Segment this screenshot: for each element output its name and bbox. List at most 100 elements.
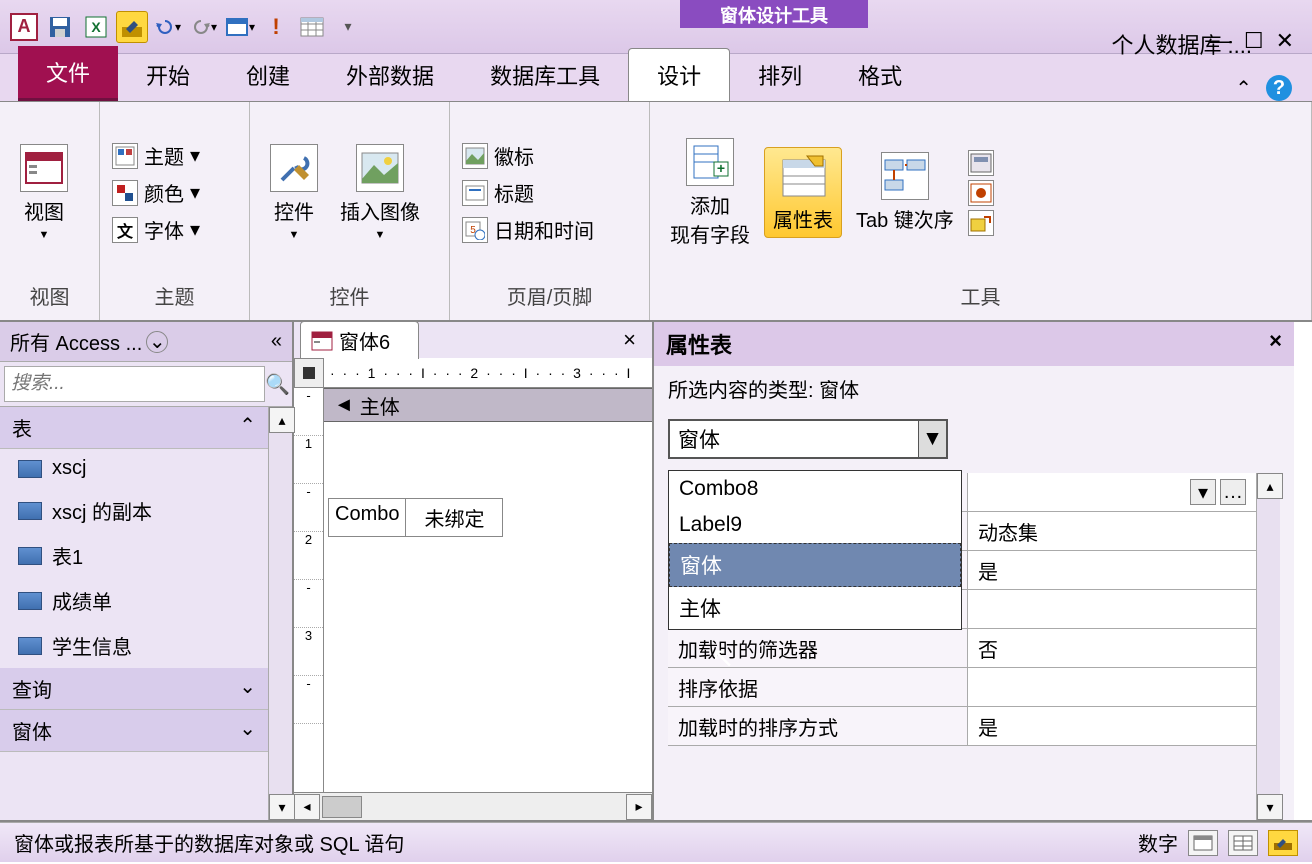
form-icon <box>311 331 333 351</box>
undo-icon[interactable]: ▾ <box>152 11 184 43</box>
nav-category-tables[interactable]: 表⌃ <box>0 407 268 449</box>
view-button[interactable]: 视图▼ <box>12 140 76 245</box>
redo-icon[interactable]: ▾ <box>188 11 220 43</box>
tab-start[interactable]: 开始 <box>118 49 218 101</box>
insert-image-button[interactable]: 插入图像▼ <box>332 140 428 245</box>
qat-table-icon[interactable] <box>296 11 328 43</box>
excel-icon[interactable]: X <box>80 11 112 43</box>
save-icon[interactable] <box>44 11 76 43</box>
datasheet-view-icon[interactable] <box>1228 830 1258 856</box>
tab-format[interactable]: 格式 <box>830 49 930 101</box>
subform-icon[interactable] <box>968 150 994 176</box>
scroll-thumb[interactable] <box>322 796 362 818</box>
design-view-icon[interactable] <box>116 11 148 43</box>
group-tools-label: 工具 <box>662 277 1299 314</box>
nav-item-grades[interactable]: 成绩单 <box>0 578 268 623</box>
prop-object-selector[interactable]: 窗体 ▼ <box>668 419 948 459</box>
theme-button[interactable]: 主题 ▾ <box>112 141 200 170</box>
color-button[interactable]: 颜色 ▾ <box>112 178 200 207</box>
title-button[interactable]: 标题 <box>462 178 594 207</box>
convert-macros-icon[interactable] <box>968 210 994 236</box>
nav-category-forms[interactable]: 窗体⌄ <box>0 710 268 752</box>
dropdown-item[interactable]: Combo8 <box>669 471 961 507</box>
font-button[interactable]: 文字体 ▾ <box>112 215 200 244</box>
ruler-vertical[interactable]: -1-2-3- <box>294 388 324 792</box>
font-icon: 文 <box>112 217 138 243</box>
datetime-button[interactable]: 5日期和时间 <box>462 215 594 244</box>
property-sheet-button[interactable]: 属性表 <box>764 147 842 238</box>
prop-row[interactable]: 排序依据 <box>668 668 1256 707</box>
add-fields-icon: + <box>686 138 734 186</box>
form-tab[interactable]: 窗体6 <box>300 321 419 359</box>
qat-window-icon[interactable]: ▾ <box>224 11 256 43</box>
scroll-down-icon[interactable]: ▾ <box>269 794 295 820</box>
prop-row[interactable]: 加载时的排序方式是 <box>668 707 1256 746</box>
tab-file[interactable]: 文件 <box>18 46 118 101</box>
scroll-up-icon[interactable]: ▴ <box>1257 473 1283 499</box>
prop-close-icon[interactable]: × <box>1269 328 1282 360</box>
prop-subtitle: 所选内容的类型: 窗体 <box>654 366 1294 411</box>
dropdown-item-selected[interactable]: 窗体 ↖ <box>669 543 961 587</box>
title-icon <box>462 180 488 206</box>
nav-header[interactable]: 所有 Access ... ⌄ « <box>0 322 292 362</box>
design-surface[interactable]: Combo 未绑定 <box>324 422 652 792</box>
status-message: 窗体或报表所基于的数据库对象或 SQL 语句 <box>14 828 404 857</box>
view-icon <box>20 144 68 192</box>
nav-collapse-icon[interactable]: « <box>271 330 282 353</box>
tab-order-button[interactable]: Tab 键次序 <box>848 148 962 237</box>
scroll-up-icon[interactable]: ▴ <box>269 407 295 433</box>
code-icon[interactable] <box>968 180 994 206</box>
dropdown-button-icon[interactable]: ▾ <box>1190 479 1216 505</box>
group-controls-label: 控件 <box>262 277 437 314</box>
help-icon[interactable]: ? <box>1266 75 1292 101</box>
minimize-icon[interactable]: — <box>1210 28 1232 54</box>
tools-icon <box>270 144 318 192</box>
dropdown-item[interactable]: 主体 <box>669 587 961 629</box>
dropdown-item[interactable]: Label9 <box>669 507 961 543</box>
prop-row[interactable]: 加载时的筛选器否 <box>668 629 1256 668</box>
group-header-label: 页眉/页脚 <box>462 277 637 314</box>
qat-exclaim-icon[interactable]: ! <box>260 11 292 43</box>
app-icon[interactable]: A <box>8 11 40 43</box>
tab-dbtools[interactable]: 数据库工具 <box>462 49 628 101</box>
nav-category-queries[interactable]: 查询⌄ <box>0 668 268 710</box>
qat-more-icon[interactable]: ▾ <box>332 11 364 43</box>
svg-text:+: + <box>717 160 725 176</box>
nav-item-xscj-copy[interactable]: xscj 的副本 <box>0 488 268 533</box>
tab-arrange[interactable]: 排列 <box>730 49 830 101</box>
chevron-down-icon[interactable]: ⌄ <box>146 331 168 353</box>
section-header[interactable]: ◄主体 <box>324 388 652 422</box>
design-view-icon[interactable] <box>1268 830 1298 856</box>
ribbon-minimize-icon[interactable]: ⌃ <box>1235 76 1252 101</box>
tab-external[interactable]: 外部数据 <box>318 49 462 101</box>
color-icon <box>112 180 138 206</box>
add-fields-button[interactable]: +添加 现有字段 <box>662 134 758 252</box>
dropdown-icon[interactable]: ▼ <box>918 421 946 457</box>
combo-control[interactable]: Combo 未绑定 <box>328 498 503 537</box>
theme-icon <box>112 143 138 169</box>
nav-item-xscj[interactable]: xscj <box>0 449 268 488</box>
logo-icon <box>462 143 488 169</box>
scroll-right-icon[interactable]: ▸ <box>626 794 652 820</box>
selector-box[interactable] <box>294 358 324 388</box>
form-view-icon[interactable] <box>1188 830 1218 856</box>
scroll-left-icon[interactable]: ◂ <box>294 794 320 820</box>
tab-design[interactable]: 设计 <box>628 48 730 101</box>
tab-create[interactable]: 创建 <box>218 49 318 101</box>
group-view-label: 视图 <box>12 277 87 314</box>
contextual-tab-label: 窗体设计工具 <box>680 0 868 28</box>
ruler-horizontal[interactable]: · · · 1 · · · I · · · 2 · · · I · · · 3 … <box>324 358 652 388</box>
logo-button[interactable]: 徽标 <box>462 141 594 170</box>
property-sheet-icon <box>779 152 827 200</box>
search-input[interactable] <box>4 366 265 402</box>
combo-label: Combo <box>329 499 406 536</box>
search-icon[interactable]: 🔍 <box>265 366 290 402</box>
nav-item-table1[interactable]: 表1 <box>0 533 268 578</box>
maximize-icon[interactable]: ☐ <box>1244 28 1264 54</box>
form-close-icon[interactable]: × <box>623 327 636 353</box>
nav-item-student[interactable]: 学生信息 <box>0 623 268 668</box>
controls-button[interactable]: 控件▼ <box>262 140 326 245</box>
builder-button-icon[interactable]: … <box>1220 479 1246 505</box>
scroll-down-icon[interactable]: ▾ <box>1257 794 1283 820</box>
close-icon[interactable]: ✕ <box>1276 28 1294 54</box>
